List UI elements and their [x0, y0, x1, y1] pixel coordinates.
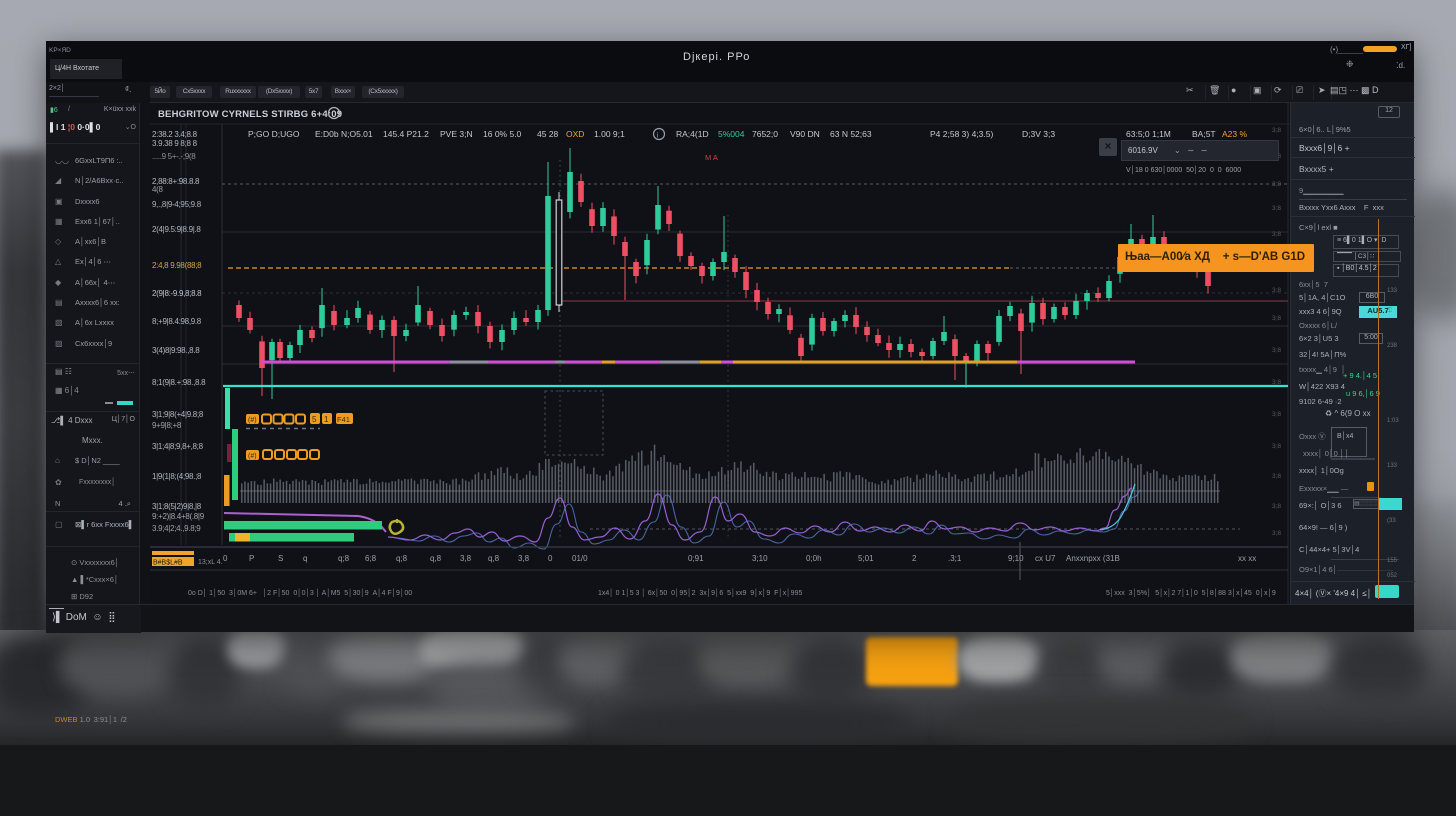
- svg-text:6;8: 6;8: [365, 554, 377, 563]
- svg-text:1|9(1|8;(4;98.;8: 1|9(1|8;(4;98.;8: [152, 472, 202, 481]
- svg-text:(#): (#): [248, 417, 257, 424]
- svg-text:2(4|9.5:9|8.9|.8: 2(4|9.5:9|8.9|.8: [152, 225, 201, 234]
- svg-text:q: q: [303, 554, 307, 563]
- svg-text:13;xL 4.: 13;xL 4.: [198, 559, 223, 566]
- svg-text:B#B$L#B: B#B$L#B: [153, 560, 183, 567]
- svg-text:3.9;4|2;4.,9.8;9: 3.9;4|2;4.,9.8;9: [152, 524, 201, 533]
- svg-text:q,8: q,8: [430, 554, 442, 563]
- svg-text:0;0h: 0;0h: [806, 554, 822, 563]
- svg-text:3.9.38 9 8;8 8: 3.9.38 9 8;8 8: [152, 139, 198, 148]
- svg-text:0: 0: [548, 554, 553, 563]
- svg-text:3;8: 3;8: [1272, 181, 1281, 188]
- svg-text:3,8: 3,8: [460, 554, 472, 563]
- svg-text:45 28: 45 28: [537, 129, 559, 139]
- svg-text:q;8: q;8: [396, 554, 408, 563]
- svg-text:3|1;9|8(+4|9.8;8: 3|1;9|8(+4|9.8;8: [152, 410, 204, 419]
- svg-text:q;8: q;8: [338, 554, 350, 563]
- svg-text:3;8: 3;8: [1272, 503, 1281, 510]
- svg-text:BA;5T: BA;5T: [1192, 129, 1216, 139]
- svg-text:9+9|8;+8: 9+9|8;+8: [152, 421, 182, 430]
- svg-text:5;01: 5;01: [858, 554, 874, 563]
- svg-text:PVE 3;N: PVE 3;N: [440, 129, 473, 139]
- svg-text:xx xx: xx xx: [1238, 554, 1256, 563]
- svg-text:2:38.2 3.4;8.8: 2:38.2 3.4;8.8: [152, 130, 198, 139]
- svg-text:1.00 9;1: 1.00 9;1: [594, 129, 625, 139]
- svg-text:3(4)8|9:98.,8.8: 3(4)8|9:98.,8.8: [152, 346, 200, 355]
- svg-text:9:+2)|8.4+8(.8|9: 9:+2)|8.4+8(.8|9: [152, 512, 205, 521]
- svg-text:5: 5: [312, 415, 317, 424]
- svg-text:9;10: 9;10: [1008, 554, 1024, 563]
- svg-text:3;8: 3;8: [1272, 473, 1281, 480]
- svg-text:7652;0: 7652;0: [752, 129, 778, 139]
- svg-text:3;8: 3;8: [1272, 411, 1281, 418]
- svg-text:OXD: OXD: [566, 129, 584, 139]
- svg-text:3;8: 3;8: [1272, 205, 1281, 212]
- svg-text:0;91: 0;91: [688, 554, 704, 563]
- svg-text:3;8: 3;8: [1272, 127, 1281, 134]
- svg-text:D;3V 3;3: D;3V 3;3: [1022, 129, 1055, 139]
- svg-text:.....9 5+-.-;9(8: .....9 5+-.-;9(8: [152, 152, 196, 161]
- svg-text:145.4 P21.2: 145.4 P21.2: [383, 129, 429, 139]
- svg-text:9,.,8|9-4;95;9.8: 9,.,8|9-4;95;9.8: [152, 200, 202, 209]
- svg-text:P: P: [249, 554, 254, 563]
- svg-text:V90 DN: V90 DN: [790, 129, 820, 139]
- svg-text:q,8: q,8: [488, 554, 500, 563]
- svg-text:P;GO D;UGO: P;GO D;UGO: [248, 129, 300, 139]
- svg-text:2(9|8:-9.9,8;8.8: 2(9|8:-9.9,8;8.8: [152, 289, 202, 298]
- svg-text:2:4,8 9.98(88;8: 2:4,8 9.98(88;8: [152, 261, 202, 270]
- svg-text:63:5;0 1;1M: 63:5;0 1;1M: [1126, 129, 1171, 139]
- svg-text:F41: F41: [337, 415, 350, 424]
- svg-text:.3;1: .3;1: [948, 554, 962, 563]
- svg-text:3|1;8(5|2)9|8,|8: 3|1;8(5|2)9|8,|8: [152, 502, 202, 511]
- svg-text:RA;4(1D: RA;4(1D: [676, 129, 709, 139]
- svg-text:3;8: 3;8: [1272, 347, 1281, 354]
- svg-text:4(8: 4(8: [152, 185, 164, 194]
- svg-text:63 N 52;63: 63 N 52;63: [830, 129, 872, 139]
- svg-text:A23 %: A23 %: [1222, 129, 1247, 139]
- svg-text:8;1(9|8.+:98.,8.8: 8;1(9|8.+:98.,8.8: [152, 378, 206, 387]
- svg-text:Anxxnpxx (31B: Anxxnpxx (31B: [1066, 554, 1120, 563]
- svg-text:3;8: 3;8: [1272, 379, 1281, 386]
- svg-text:01/0: 01/0: [572, 554, 588, 563]
- svg-text:3;8: 3;8: [1272, 443, 1281, 450]
- svg-text:S: S: [278, 554, 283, 563]
- svg-text:(#): (#): [248, 453, 257, 460]
- svg-text:3|1;4|8;9,8+,8;8: 3|1;4|8;9,8+,8;8: [152, 442, 204, 451]
- svg-text:BEHGRITOW CYRNELS STIRBG 6+4:0: BEHGRITOW CYRNELS STIRBG 6+4:09: [158, 109, 342, 120]
- svg-text:3;8: 3;8: [1272, 287, 1281, 294]
- svg-text:3;8: 3;8: [1272, 315, 1281, 322]
- svg-text:E:D0b N;O5.01: E:D0b N;O5.01: [315, 129, 373, 139]
- svg-text:3;10: 3;10: [752, 554, 768, 563]
- svg-text:1: 1: [324, 415, 329, 424]
- svg-text:cx U7: cx U7: [1035, 554, 1056, 563]
- svg-text:16 0% 5.0: 16 0% 5.0: [483, 129, 522, 139]
- svg-text:M A: M A: [705, 153, 718, 162]
- svg-text:3;8: 3;8: [1272, 530, 1281, 537]
- svg-text:8;+9|8.4:98,9.8: 8;+9|8.4:98,9.8: [152, 317, 202, 326]
- svg-text:5%004: 5%004: [718, 129, 745, 139]
- svg-text:0: 0: [223, 554, 228, 563]
- svg-text:2: 2: [912, 554, 917, 563]
- svg-text:3;8: 3;8: [1272, 231, 1281, 238]
- svg-text:3,8: 3,8: [518, 554, 530, 563]
- svg-text:P4 2;58 3) 4;3.5): P4 2;58 3) 4;3.5): [930, 129, 993, 139]
